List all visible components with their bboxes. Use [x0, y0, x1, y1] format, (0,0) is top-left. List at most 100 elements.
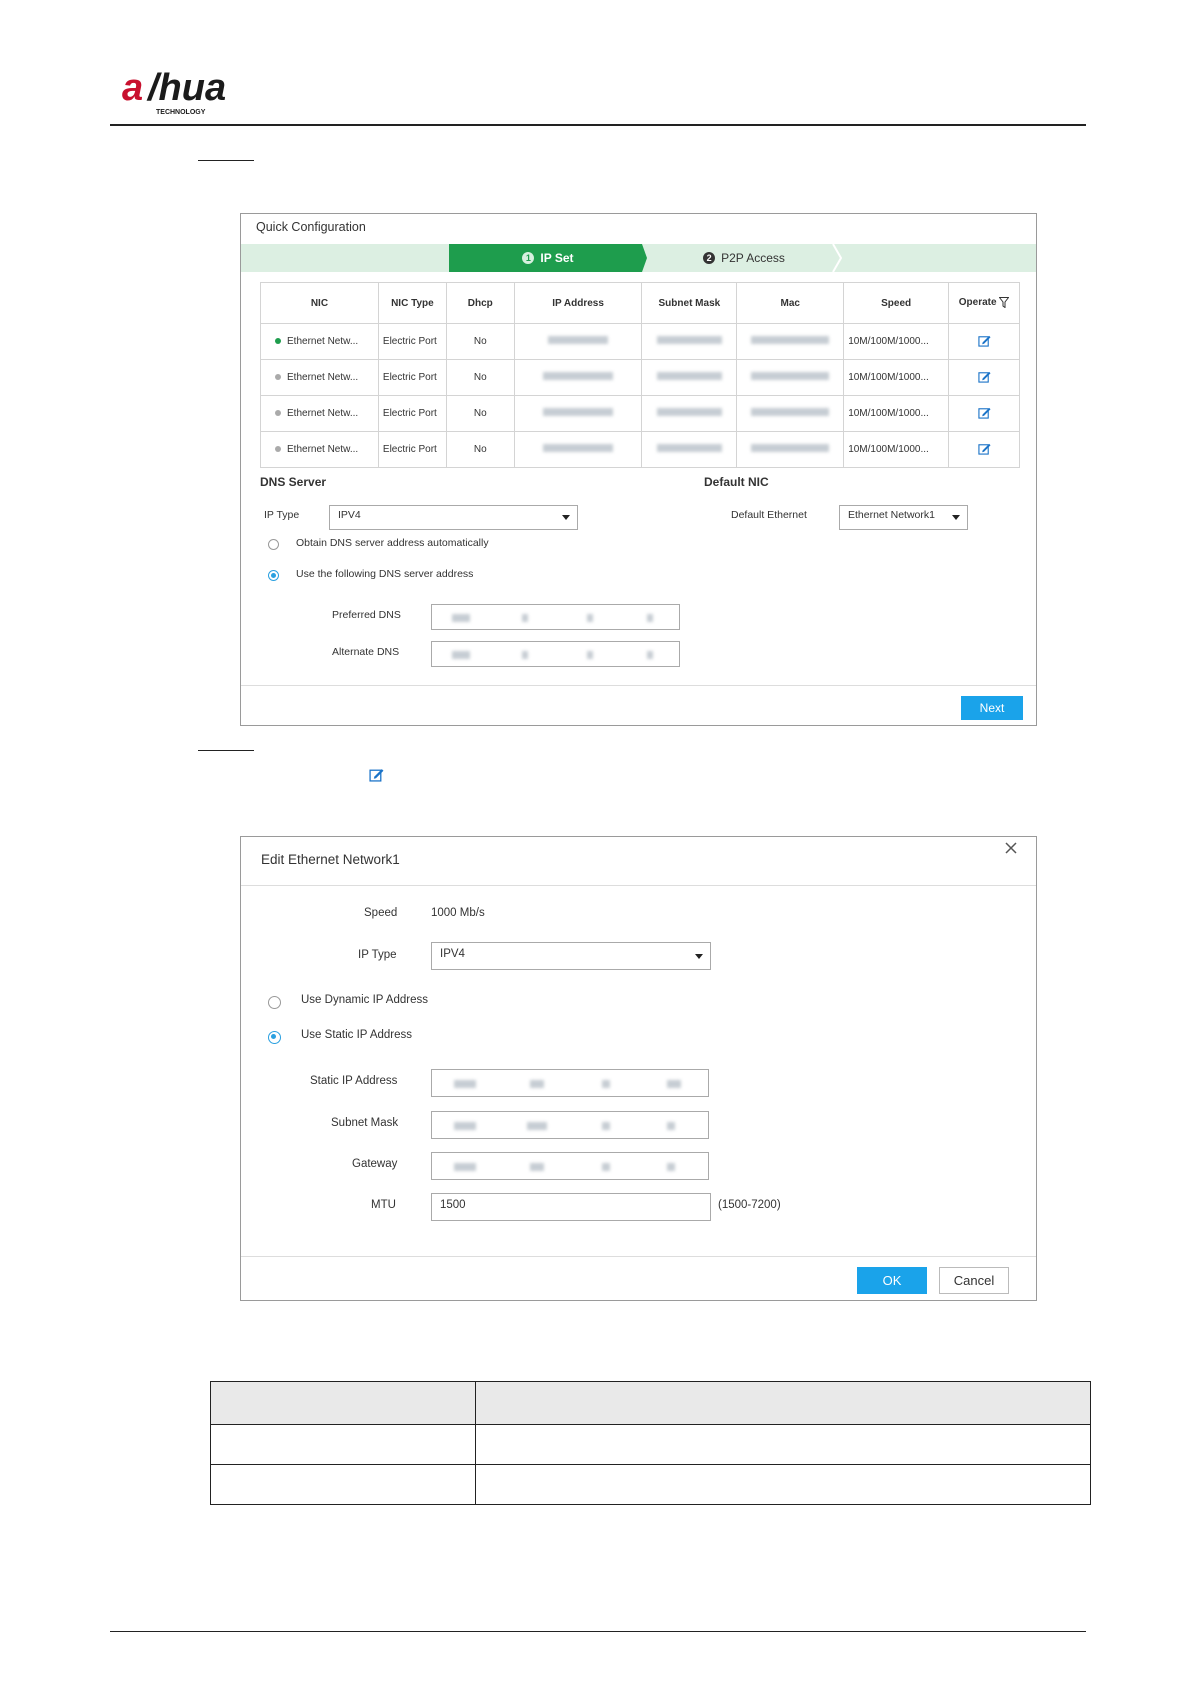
status-dot [275, 410, 281, 417]
static-ip-radio[interactable] [268, 1031, 281, 1044]
subnet-mask-input[interactable] [431, 1111, 709, 1139]
dhcp: No [445, 431, 515, 468]
table-row[interactable]: Ethernet Netw... Electric Port No 10M/10… [260, 431, 1020, 468]
table-header-row [210, 1381, 1091, 1425]
mac-redacted [736, 395, 845, 432]
status-dot [275, 338, 281, 345]
col-operate-label: Operate [958, 297, 997, 309]
nic-type: Electric Port [377, 359, 447, 396]
step-marker-2 [198, 750, 254, 751]
table-row[interactable]: Ethernet Netw... Electric Port No 10M/10… [260, 395, 1020, 432]
step-number: 1 [522, 252, 535, 264]
operate-cell [948, 431, 1020, 468]
mac-redacted [736, 359, 845, 396]
cancel-button[interactable]: Cancel [939, 1267, 1009, 1294]
step-chevron-icon [832, 244, 843, 272]
subnet-mask-redacted [641, 359, 738, 396]
dns-manual-label: Use the following DNS server address [296, 568, 474, 580]
speed: 10M/100M/1000... [843, 431, 950, 468]
select-value: IPV4 [440, 948, 465, 960]
logo-sub: TECHNOLOGY [156, 109, 206, 116]
edit-icon[interactable] [977, 370, 991, 383]
chevron-down-icon [952, 515, 960, 520]
speed-value: 1000 Mb/s [431, 907, 485, 919]
dns-manual-radio[interactable] [268, 570, 279, 581]
col-speed: Speed [843, 282, 950, 324]
footer-divider [241, 685, 1036, 686]
gateway-label: Gateway [352, 1158, 398, 1170]
dhcp: No [445, 323, 515, 360]
table-header-row: NIC NIC Type Dhcp IP Address Subnet Mask… [260, 282, 1020, 324]
dynamic-ip-label: Use Dynamic IP Address [301, 994, 428, 1006]
nic-name: Ethernet Netw... [287, 336, 359, 347]
step-number: 2 [703, 252, 716, 264]
preferred-dns-label: Preferred DNS [332, 609, 401, 621]
logo-rest: /hua [146, 68, 226, 109]
ip-type-select[interactable]: IPV4 [431, 942, 711, 970]
close-icon[interactable] [1005, 842, 1017, 854]
nic-type: Electric Port [377, 395, 447, 432]
dns-auto-radio[interactable] [268, 539, 279, 550]
operate-cell [948, 323, 1020, 360]
gateway-input[interactable] [431, 1152, 709, 1180]
mac-redacted [736, 431, 845, 468]
header-rule [110, 124, 1086, 126]
next-button[interactable]: Next [961, 696, 1023, 720]
title-divider [241, 885, 1036, 886]
col-nic: NIC [260, 282, 379, 324]
col-ip-address: IP Address [513, 282, 643, 324]
ip-type-label: IP Type [358, 949, 397, 961]
filter-icon[interactable] [998, 297, 1010, 309]
default-ethernet-select[interactable]: Ethernet Network1 [839, 505, 968, 530]
table-row[interactable]: Ethernet Netw... Electric Port No 10M/10… [260, 359, 1020, 396]
ip-address-redacted [513, 395, 643, 432]
default-nic-heading: Default NIC [704, 475, 769, 489]
parameter-table [210, 1381, 1091, 1505]
status-dot [275, 374, 281, 381]
edit-icon[interactable] [977, 334, 991, 347]
ip-address-redacted [513, 323, 643, 360]
footer-divider [241, 1256, 1036, 1257]
footer-rule [110, 1631, 1086, 1632]
panel-title: Quick Configuration [256, 220, 366, 234]
ok-button[interactable]: OK [857, 1267, 927, 1294]
table-row [210, 1424, 1091, 1465]
step-label: IP Set [540, 251, 574, 265]
alternate-dns-label: Alternate DNS [332, 646, 400, 658]
dynamic-ip-radio[interactable] [268, 996, 281, 1009]
static-ip-address-input[interactable] [431, 1069, 709, 1097]
speed: 10M/100M/1000... [843, 359, 950, 396]
preferred-dns-input[interactable] [431, 604, 680, 630]
edit-icon[interactable] [977, 406, 991, 419]
static-ip-label: Use Static IP Address [301, 1029, 413, 1041]
nic-type: Electric Port [377, 431, 447, 468]
nic-name: Ethernet Netw... [287, 408, 359, 419]
edit-dialog: Edit Ethernet Network1 Speed 1000 Mb/s I… [240, 836, 1037, 1301]
chevron-down-icon [562, 515, 570, 520]
logo-a: a [122, 68, 143, 109]
dhcp: No [445, 395, 515, 432]
table-row[interactable]: Ethernet Netw... Electric Port No 10M/10… [260, 323, 1020, 360]
mtu-value: 1500 [440, 1199, 466, 1211]
nic-table: NIC NIC Type Dhcp IP Address Subnet Mask… [260, 282, 1020, 468]
col-nic-type: NIC Type [377, 282, 447, 324]
col-operate[interactable]: Operate [948, 282, 1020, 324]
edit-icon[interactable] [977, 442, 991, 455]
step-p2p-access[interactable]: 2 P2P Access [644, 244, 844, 272]
nic-type: Electric Port [377, 323, 447, 360]
select-value: IPV4 [338, 509, 361, 521]
mtu-input[interactable]: 1500 [431, 1193, 711, 1221]
step-marker-1 [198, 160, 254, 161]
nic-name: Ethernet Netw... [287, 372, 359, 383]
step-label: P2P Access [721, 251, 785, 265]
mtu-range: (1500-7200) [718, 1199, 781, 1211]
alternate-dns-input[interactable] [431, 641, 680, 667]
col-subnet-mask: Subnet Mask [641, 282, 738, 324]
dns-ip-type-select[interactable]: IPV4 [329, 505, 578, 530]
speed: 10M/100M/1000... [843, 395, 950, 432]
step-ip-set[interactable]: 1 IP Set [449, 244, 647, 272]
mac-redacted [736, 323, 845, 360]
dialog-title: Edit Ethernet Network1 [261, 852, 400, 867]
subnet-mask-redacted [641, 431, 738, 468]
default-ethernet-label: Default Ethernet [731, 509, 807, 521]
